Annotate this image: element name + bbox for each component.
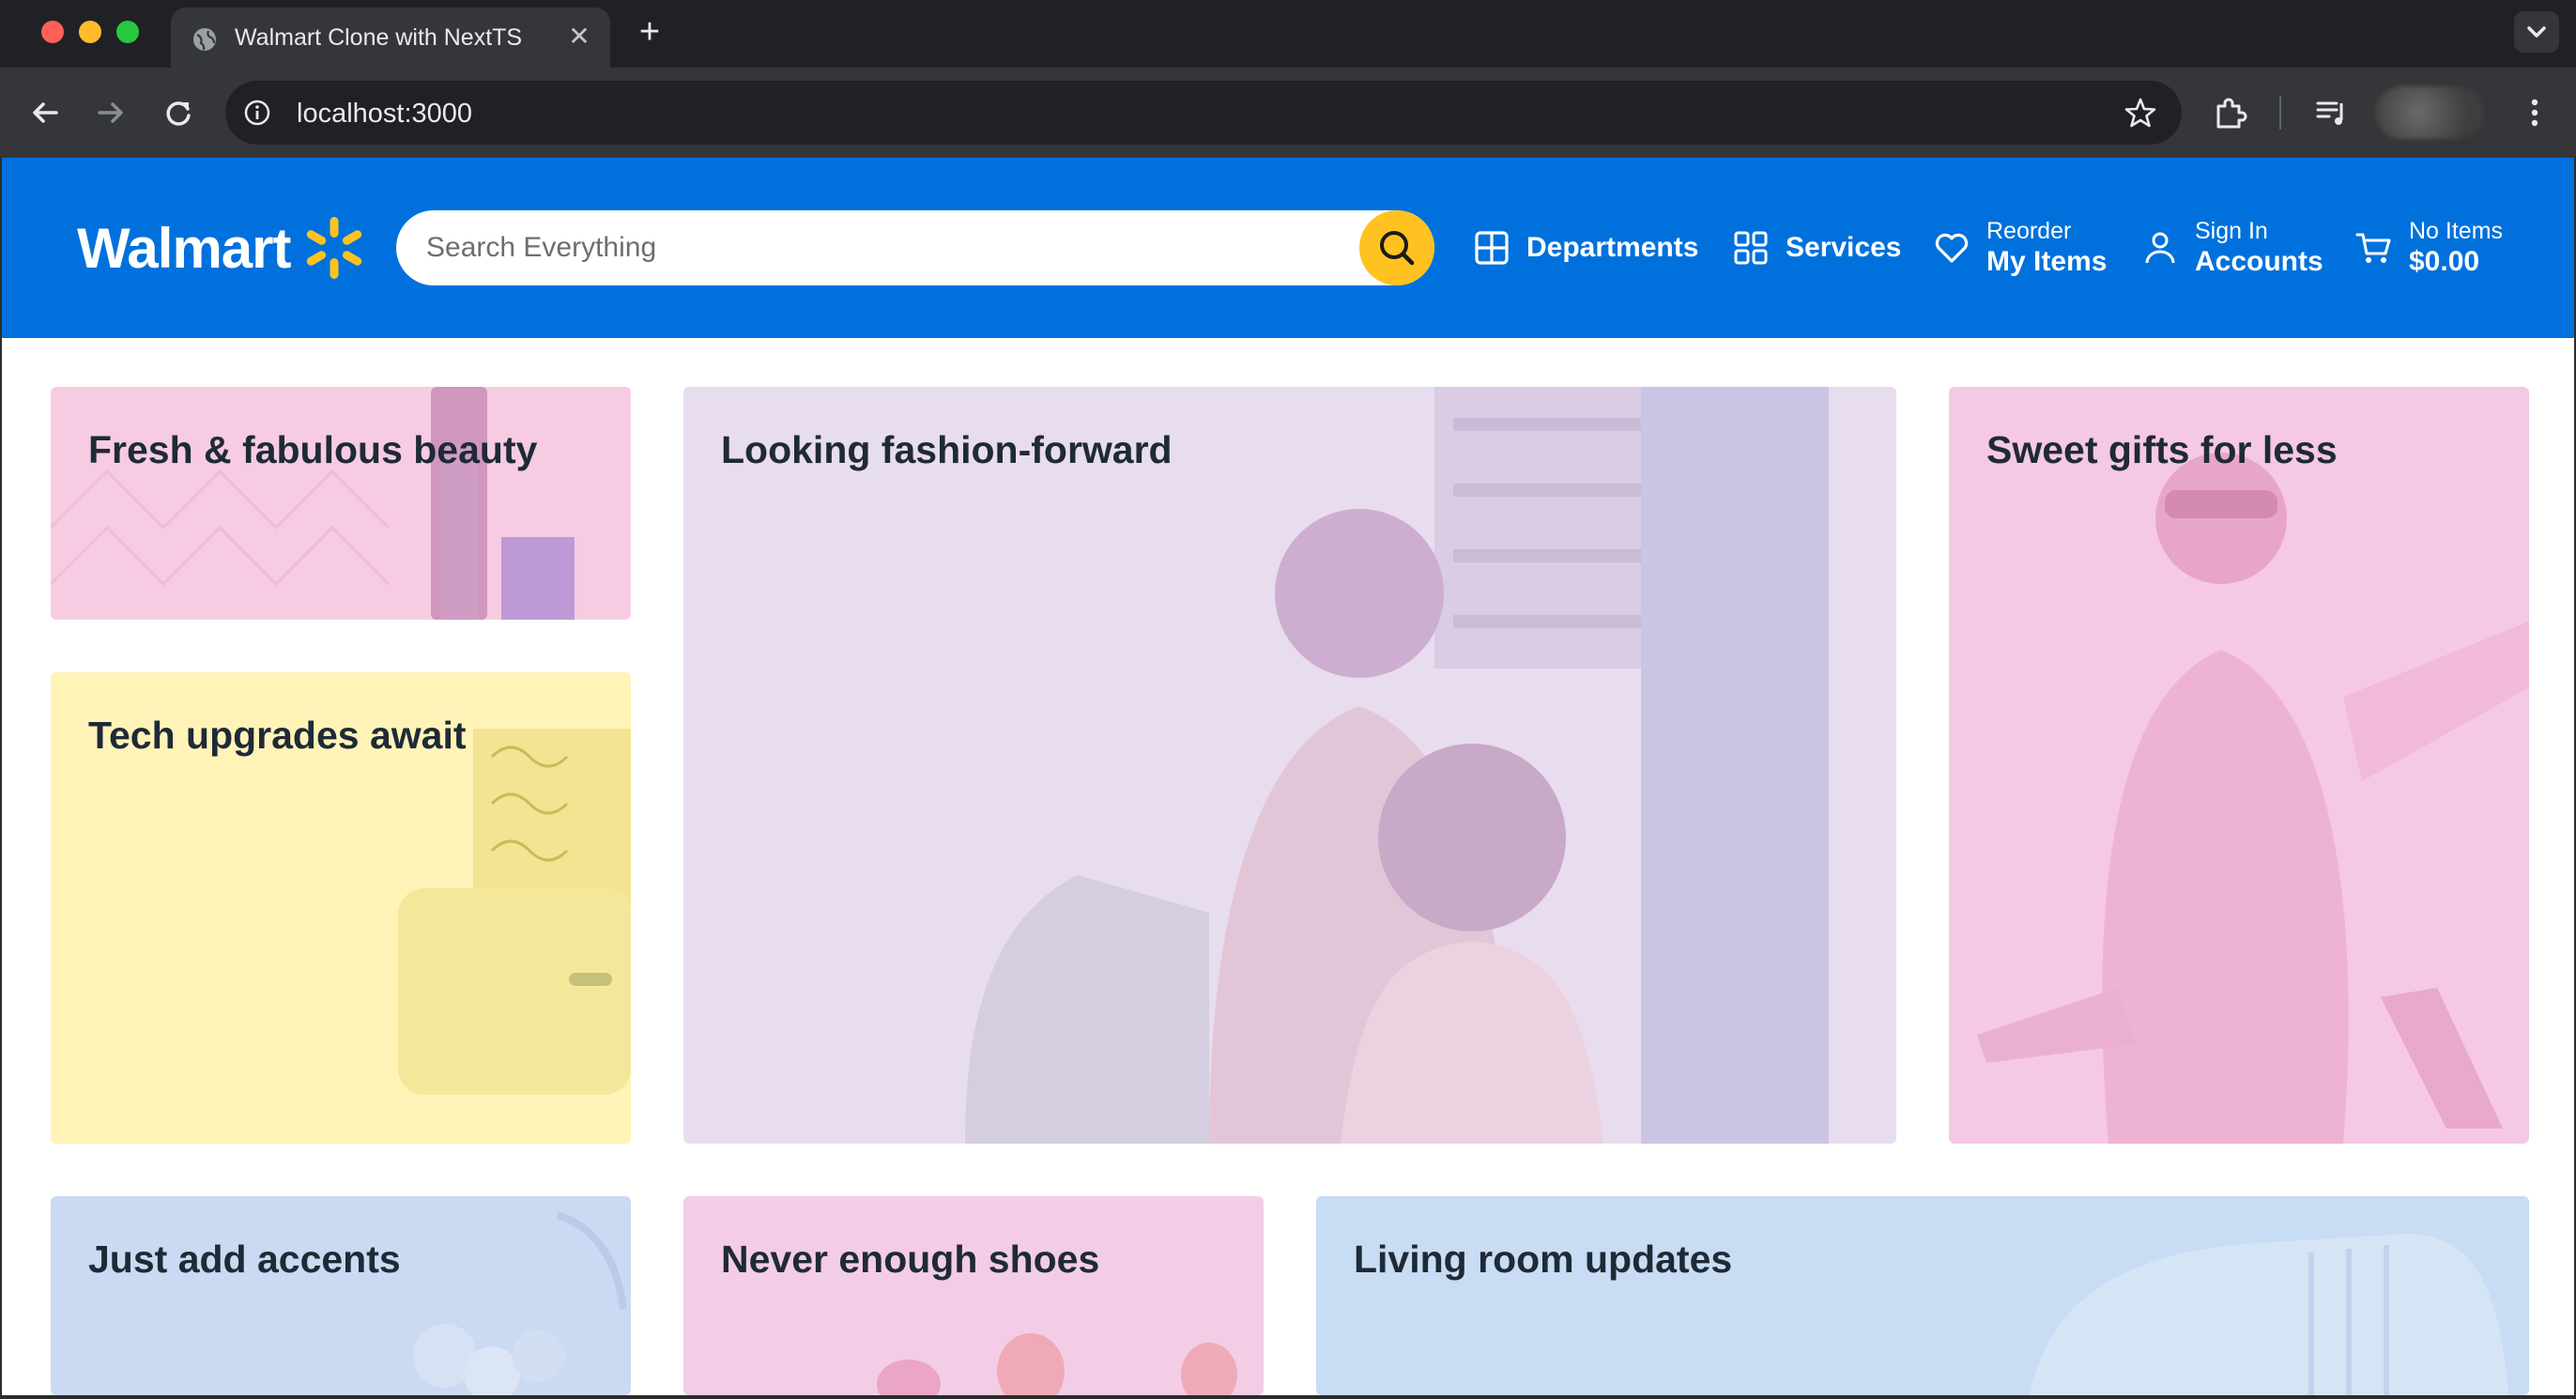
browser-tab-active[interactable]: Walmart Clone with NextTS ✕ xyxy=(171,8,610,68)
bookmark-star-icon[interactable] xyxy=(2124,96,2157,130)
card-title: Looking fashion-forward xyxy=(721,428,1173,471)
account-button[interactable]: Sign In Accounts xyxy=(2140,210,2323,285)
services-grid-icon xyxy=(1734,231,1768,265)
cart-total: $0.00 xyxy=(2409,246,2480,277)
signin-big-label: Accounts xyxy=(2195,246,2323,277)
card-title: Just add accents xyxy=(88,1238,401,1281)
card-title: Living room updates xyxy=(1354,1238,1733,1281)
page-viewport: Walmart Search Everything Departments Se… xyxy=(2,158,2574,1395)
media-playlist-icon[interactable] xyxy=(2311,92,2353,133)
card-fashion[interactable]: Looking fashion-forward xyxy=(683,387,1896,1144)
cart-icon xyxy=(2355,233,2391,263)
card-beauty[interactable]: Fresh & fabulous beauty xyxy=(51,387,631,620)
search-input[interactable] xyxy=(426,210,1327,285)
search-icon xyxy=(1380,231,1415,266)
accents-decor-image xyxy=(413,1211,627,1395)
card-tech[interactable]: Tech upgrades await xyxy=(51,672,631,1144)
back-arrow-icon[interactable] xyxy=(23,90,68,135)
search-bar xyxy=(396,210,1434,285)
card-title: Fresh & fabulous beauty xyxy=(88,428,538,471)
card-gifts[interactable]: Sweet gifts for less xyxy=(1949,387,2529,1144)
reload-icon[interactable] xyxy=(156,90,201,135)
card-shoes[interactable]: Never enough shoes xyxy=(683,1196,1264,1395)
cart-small-label: No Items xyxy=(2409,218,2504,244)
window-minimize-button[interactable] xyxy=(79,21,101,43)
services-button[interactable]: Services xyxy=(1731,210,1901,285)
window-maximize-button[interactable] xyxy=(116,21,139,43)
card-living[interactable]: Living room updates xyxy=(1316,1196,2529,1395)
browser-tab-bar: Walmart Clone with NextTS ✕ + xyxy=(0,0,2576,68)
browser-toolbar: localhost:3000 xyxy=(0,68,2576,158)
card-title: Never enough shoes xyxy=(721,1238,1100,1281)
services-label: Services xyxy=(1786,232,1902,263)
tab-title: Walmart Clone with NextTS xyxy=(235,24,523,51)
profile-avatar[interactable] xyxy=(2375,86,2484,139)
cart-button[interactable]: No Items $0.00 xyxy=(2354,210,2503,285)
extensions-puzzle-icon[interactable] xyxy=(2210,92,2251,133)
heart-icon xyxy=(1935,233,1969,263)
walmart-spark-icon xyxy=(306,217,361,279)
new-tab-button[interactable]: + xyxy=(631,13,668,51)
toolbar-separator xyxy=(2279,96,2281,130)
living-room-image xyxy=(2030,1234,2508,1395)
logo-text: Walmart xyxy=(77,216,291,280)
card-title: Tech upgrades await xyxy=(88,714,467,757)
fashion-family-image xyxy=(965,387,1829,1144)
window-close-button[interactable] xyxy=(41,21,64,43)
shoes-product-image xyxy=(877,1333,1237,1395)
search-button[interactable] xyxy=(1359,210,1434,285)
reorder-big-label: My Items xyxy=(1986,246,2108,277)
address-bar[interactable]: localhost:3000 xyxy=(225,81,2182,145)
signin-small-label: Sign In xyxy=(2195,218,2268,244)
card-title: Sweet gifts for less xyxy=(1986,428,2338,471)
url-text[interactable]: localhost:3000 xyxy=(297,99,472,130)
walmart-logo[interactable]: Walmart xyxy=(77,210,368,285)
beauty-product-image xyxy=(51,387,575,620)
card-accents[interactable]: Just add accents xyxy=(51,1196,631,1395)
reorder-button[interactable]: Reorder My Items xyxy=(1932,210,2107,285)
more-options-icon[interactable] xyxy=(2518,92,2552,133)
departments-label: Departments xyxy=(1526,232,1699,263)
forward-arrow-icon[interactable] xyxy=(88,90,133,135)
tab-search-button[interactable] xyxy=(2514,11,2559,53)
departments-grid-icon xyxy=(1475,231,1509,265)
globe-icon xyxy=(193,28,216,51)
site-header: Walmart Search Everything Departments Se… xyxy=(2,158,2574,338)
user-icon xyxy=(2145,232,2175,264)
gifts-model-image xyxy=(1977,453,2529,1144)
departments-button[interactable]: Departments xyxy=(1472,210,1698,285)
reorder-small-label: Reorder xyxy=(1986,218,2072,244)
site-info-icon[interactable] xyxy=(242,98,272,128)
tab-close-icon[interactable]: ✕ xyxy=(563,21,595,53)
chevron-down-icon xyxy=(2527,26,2546,38)
